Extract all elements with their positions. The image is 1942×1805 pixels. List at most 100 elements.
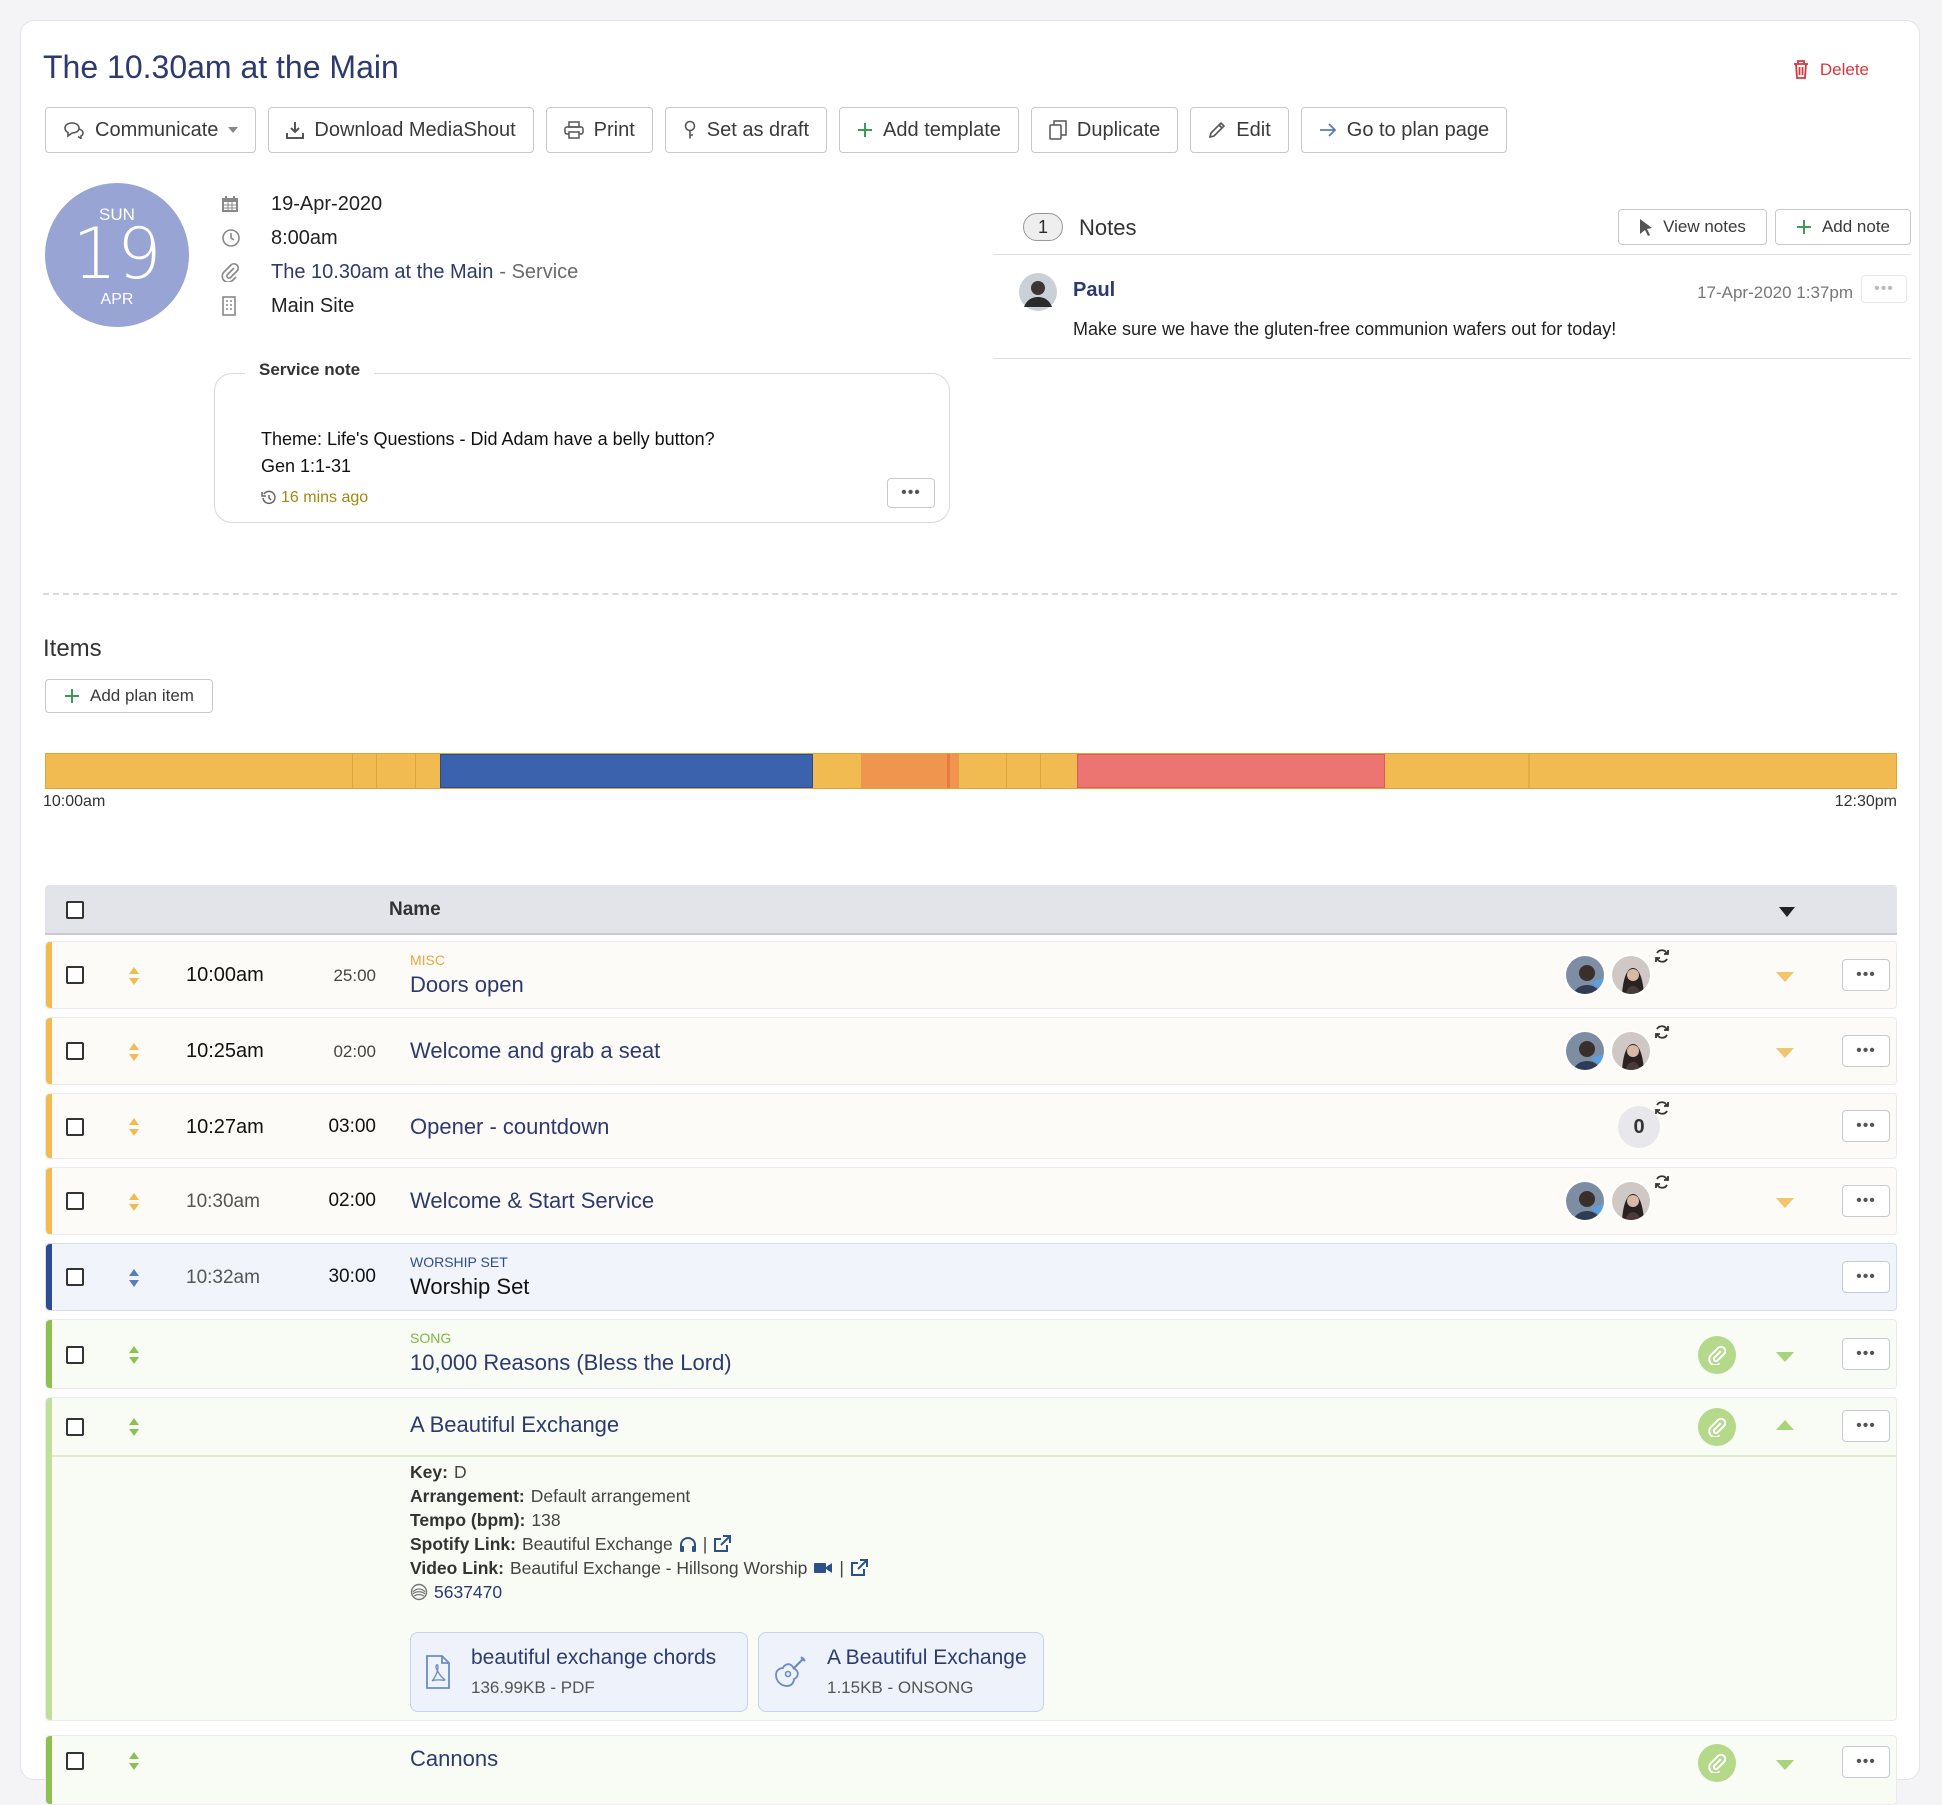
row-more-button[interactable]: ••• <box>1842 1746 1890 1778</box>
pdf-file-icon <box>426 1655 450 1689</box>
timeline-seg[interactable] <box>1040 754 1041 788</box>
download-mediashout-button[interactable]: Download MediaShout <box>268 107 534 153</box>
row-checkbox[interactable] <box>66 1192 84 1210</box>
note-more-button[interactable]: ••• <box>1861 275 1907 303</box>
row-more-button[interactable]: ••• <box>1842 1110 1890 1142</box>
video-camera-icon[interactable] <box>813 1561 833 1575</box>
go-to-plan-button[interactable]: Go to plan page <box>1300 107 1508 153</box>
expand-row-icon[interactable] <box>1776 1048 1794 1058</box>
row-category: WORSHIP SET <box>410 1254 508 1270</box>
sync-icon[interactable] <box>1654 1100 1670 1116</box>
sort-handle-icon[interactable] <box>128 1346 140 1364</box>
file-tile[interactable]: A Beautiful Exchange 1.15KB - ONSONG <box>758 1632 1044 1712</box>
expand-row-icon[interactable] <box>1776 1760 1794 1770</box>
edit-button[interactable]: Edit <box>1190 107 1289 153</box>
file-tile[interactable]: beautiful exchange chords 136.99KB - PDF <box>410 1632 748 1712</box>
expand-row-icon[interactable] <box>1776 1352 1794 1362</box>
table-row[interactable]: 10:25am 02:00 Welcome and grab a seat ••… <box>45 1017 1897 1085</box>
duplicate-button[interactable]: Duplicate <box>1030 107 1179 153</box>
plan-link[interactable]: The 10.30am at the Main <box>271 261 493 284</box>
table-row-expanded[interactable]: A Beautiful Exchange ••• Key: D Arrangeme… <box>45 1397 1897 1721</box>
attachment-button[interactable] <box>1698 1408 1736 1446</box>
row-name[interactable]: Welcome and grab a seat <box>410 1038 660 1064</box>
communicate-button[interactable]: Communicate <box>45 107 257 153</box>
row-more-button[interactable]: ••• <box>1842 1410 1890 1442</box>
row-name[interactable]: Welcome & Start Service <box>410 1188 654 1214</box>
sort-handle-icon[interactable] <box>128 1118 140 1136</box>
sync-icon[interactable] <box>1654 1024 1670 1040</box>
column-name: Name <box>389 899 441 920</box>
timeline-seg-worship-set[interactable] <box>440 754 813 788</box>
date-day: 19 <box>72 213 162 295</box>
timeline-seg[interactable] <box>947 754 950 788</box>
timeline-seg[interactable] <box>376 754 377 788</box>
expand-row-icon[interactable] <box>1776 1198 1794 1208</box>
sort-handle-icon[interactable] <box>128 967 140 985</box>
table-row[interactable]: 10:00am 25:00 MISC Doors open ••• <box>45 941 1897 1009</box>
sort-handle-icon[interactable] <box>128 1269 140 1287</box>
table-row[interactable]: 10:30am 02:00 Welcome & Start Service ••… <box>45 1167 1897 1235</box>
note-text: Make sure we have the gluten-free commun… <box>1073 319 1617 339</box>
row-name[interactable]: Cannons <box>410 1746 498 1772</box>
sync-icon[interactable] <box>1654 948 1670 964</box>
print-button[interactable]: Print <box>545 107 653 153</box>
row-name[interactable]: 10,000 Reasons (Bless the Lord) <box>410 1350 732 1376</box>
row-people <box>1564 1030 1656 1072</box>
row-more-button[interactable]: ••• <box>1842 1035 1890 1067</box>
expand-all-icon[interactable] <box>1779 907 1795 917</box>
attachment-button[interactable] <box>1698 1336 1736 1374</box>
add-note-button[interactable]: Add note <box>1774 209 1911 245</box>
timeline-seg[interactable] <box>352 754 353 788</box>
row-checkbox[interactable] <box>66 1268 84 1286</box>
timeline-seg[interactable] <box>1077 754 1385 788</box>
table-row[interactable]: 10:27am 03:00 Opener - countdown 0 ••• <box>45 1093 1897 1159</box>
timeline-seg[interactable] <box>415 754 416 788</box>
row-start-time: 10:00am <box>186 964 264 986</box>
headphones-icon[interactable] <box>679 1536 697 1552</box>
delete-label: Delete <box>1819 59 1869 79</box>
expand-row-icon[interactable] <box>1776 972 1794 982</box>
sort-handle-icon[interactable] <box>128 1043 140 1061</box>
row-checkbox[interactable] <box>66 1118 84 1136</box>
video-value: Beautiful Exchange - Hillsong Worship <box>510 1558 808 1578</box>
timeline-seg[interactable] <box>861 754 959 788</box>
timeline-seg[interactable] <box>1528 754 1530 788</box>
sort-handle-icon[interactable] <box>128 1193 140 1211</box>
sort-handle-icon[interactable] <box>128 1418 140 1436</box>
row-name[interactable]: Doors open <box>410 972 524 998</box>
row-name[interactable]: A Beautiful Exchange <box>410 1412 619 1438</box>
file-name: beautiful exchange chords <box>471 1646 717 1669</box>
row-checkbox[interactable] <box>66 966 84 984</box>
table-row[interactable]: 10:32am 30:00 WORSHIP SET Worship Set ••… <box>45 1243 1897 1311</box>
row-name[interactable]: Worship Set <box>410 1274 529 1300</box>
row-more-button[interactable]: ••• <box>1842 1338 1890 1370</box>
timeline-seg[interactable] <box>1006 754 1007 788</box>
external-link-icon[interactable] <box>713 1535 732 1553</box>
history-icon <box>261 490 276 505</box>
arrow-right-icon <box>1319 123 1337 137</box>
page-title: The 10.30am at the Main <box>43 49 399 85</box>
row-checkbox[interactable] <box>66 1418 84 1436</box>
service-note-more-button[interactable]: ••• <box>887 478 935 508</box>
row-more-button[interactable]: ••• <box>1842 1185 1890 1217</box>
row-more-button[interactable]: ••• <box>1842 1261 1890 1293</box>
delete-button[interactable]: Delete <box>1792 59 1869 80</box>
items-title: Items <box>43 635 102 662</box>
row-checkbox[interactable] <box>66 1752 84 1770</box>
table-row[interactable]: SONG 10,000 Reasons (Bless the Lord) ••• <box>45 1319 1897 1389</box>
external-link-icon[interactable] <box>850 1559 868 1577</box>
row-more-button[interactable]: ••• <box>1842 959 1890 991</box>
row-name[interactable]: Opener - countdown <box>410 1114 609 1140</box>
set-as-draft-button[interactable]: Set as draft <box>664 107 828 153</box>
view-notes-button[interactable]: View notes <box>1618 209 1767 245</box>
add-plan-item-button[interactable]: Add plan item <box>45 679 213 713</box>
select-all-checkbox[interactable] <box>66 901 84 919</box>
attachment-button[interactable] <box>1698 1744 1736 1782</box>
add-template-button[interactable]: Add template <box>839 107 1019 153</box>
row-checkbox[interactable] <box>66 1346 84 1364</box>
collapse-row-icon[interactable] <box>1776 1420 1794 1430</box>
ccli-number[interactable]: 5637470 <box>434 1580 502 1604</box>
row-checkbox[interactable] <box>66 1042 84 1060</box>
sort-handle-icon[interactable] <box>128 1752 140 1770</box>
sync-icon[interactable] <box>1654 1174 1670 1190</box>
